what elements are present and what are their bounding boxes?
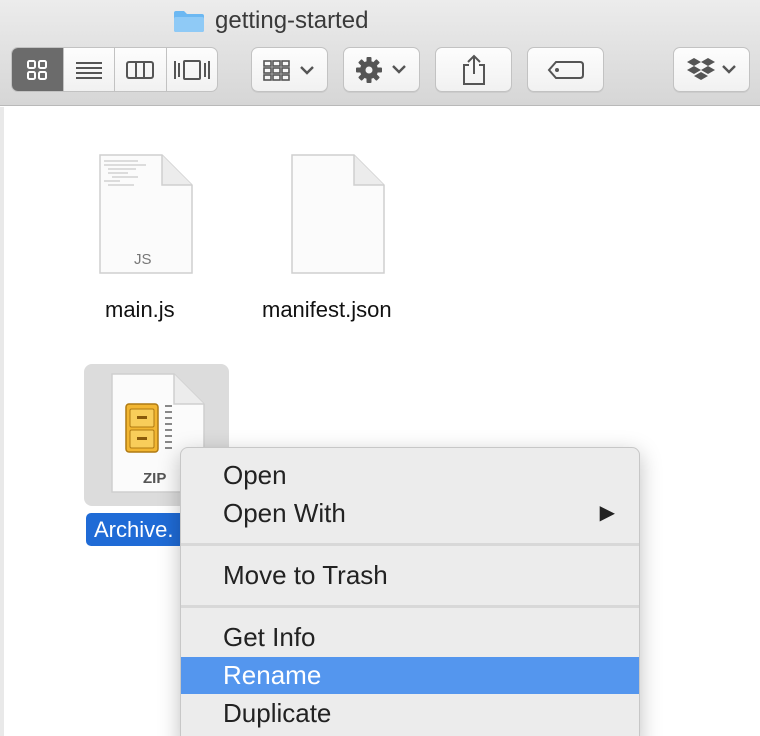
context-menu: Open Open With ▶ Move to Trash Get Info … (180, 447, 640, 736)
tags-button[interactable] (527, 47, 604, 92)
blank-file-icon (291, 154, 385, 274)
menu-item-get-info[interactable]: Get Info (181, 619, 639, 656)
sidebar-edge (0, 107, 4, 736)
window-title-text: getting-started (215, 7, 369, 34)
view-mode-selector[interactable] (11, 47, 218, 92)
menu-item-label: Move to Trash (223, 560, 388, 590)
menu-item-label: Duplicate (223, 698, 332, 728)
dropbox-button[interactable] (673, 47, 750, 92)
share-button[interactable] (435, 47, 512, 92)
share-icon (462, 54, 485, 85)
tag-icon (547, 60, 584, 79)
window-title: getting-started (173, 6, 368, 36)
file-type-label: ZIP (143, 470, 167, 487)
folder-icon (174, 11, 204, 32)
arrange-button[interactable] (251, 47, 328, 92)
menu-item-duplicate[interactable]: Duplicate (181, 695, 639, 732)
cover-flow-view-button[interactable] (165, 48, 218, 91)
list-view-button[interactable] (62, 48, 115, 91)
file-name-manifest-json[interactable]: manifest.json (262, 297, 392, 323)
list-icon (75, 61, 102, 79)
menu-item-rename[interactable]: Rename (181, 657, 639, 694)
icon-view-button[interactable] (12, 48, 63, 91)
menu-separator (181, 605, 639, 608)
arrange-icon (262, 59, 314, 81)
grid-icon (27, 59, 48, 80)
finder-toolbar: getting-started (0, 0, 760, 106)
menu-item-label: Open (223, 460, 287, 490)
file-item-manifest-json[interactable] (290, 153, 386, 282)
gear-icon (355, 56, 406, 83)
menu-item-label: Get Info (223, 622, 316, 652)
menu-item-open[interactable]: Open (181, 457, 639, 494)
menu-item-open-with[interactable]: Open With ▶ (181, 495, 639, 532)
menu-separator (181, 543, 639, 546)
columns-icon (126, 60, 155, 79)
cover-flow-icon (173, 59, 210, 80)
menu-item-move-to-trash[interactable]: Move to Trash (181, 557, 639, 594)
menu-item-label: Open With (223, 498, 346, 528)
submenu-arrow-icon: ▶ (599, 502, 615, 524)
dropbox-icon (686, 57, 736, 80)
file-name-main-js[interactable]: main.js (105, 297, 175, 323)
action-button[interactable] (343, 47, 420, 92)
file-item-main-js[interactable]: JS (98, 153, 194, 282)
column-view-button[interactable] (114, 48, 166, 91)
file-type-label: JS (134, 251, 152, 268)
menu-item-label: Rename (223, 660, 322, 690)
